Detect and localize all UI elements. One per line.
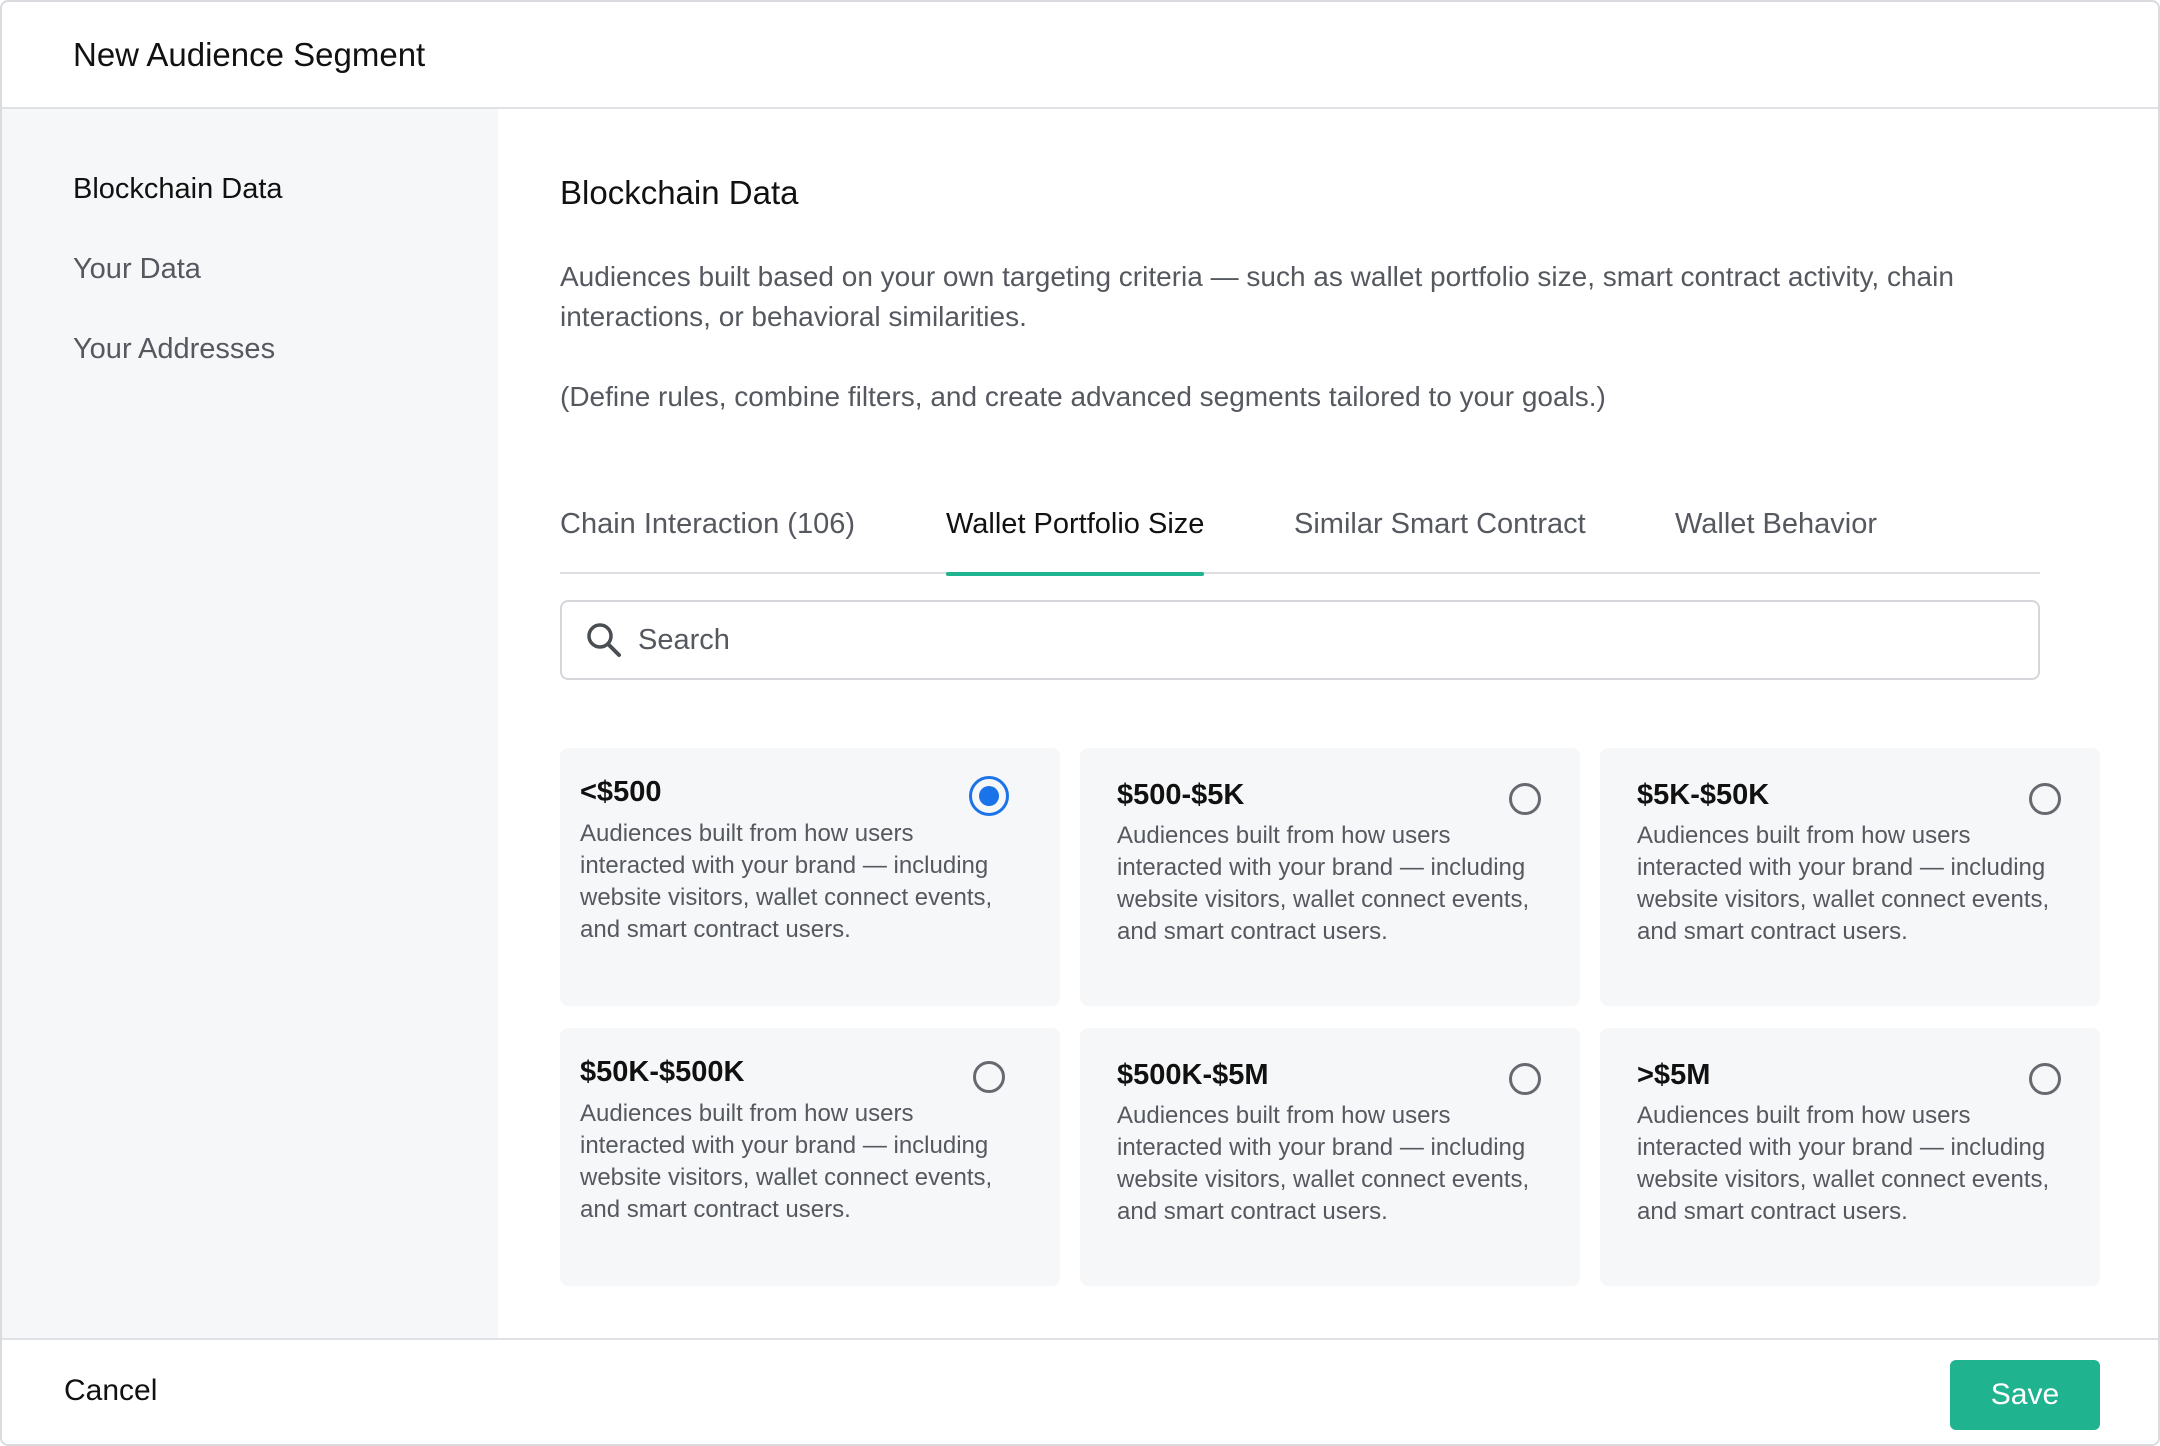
radio-unselected[interactable]	[1509, 1063, 1541, 1095]
tab-wallet-portfolio-size[interactable]: Wallet Portfolio Size	[946, 504, 1205, 576]
option-card-500k-5m[interactable]: $500K-$5M Audiences built from how users…	[1080, 1028, 1580, 1286]
section-description-note: (Define rules, combine filters, and crea…	[560, 381, 1606, 412]
new-audience-segment-dialog: New Audience Segment Blockchain Data You…	[0, 0, 2160, 1446]
save-button[interactable]: Save	[1950, 1360, 2100, 1430]
tab-similar-smart-contract[interactable]: Similar Smart Contract	[1294, 504, 1586, 574]
search-input[interactable]	[638, 616, 2018, 664]
dialog-footer: Cancel Save	[2, 1338, 2158, 1444]
option-title: $500K-$5M	[1117, 1059, 1269, 1091]
option-description: Audiences built from how users interacte…	[580, 1100, 993, 1223]
sidebar: Blockchain Data Your Data Your Addresses	[2, 109, 498, 1338]
option-card-500-5k[interactable]: $500-$5K Audiences built from how users …	[1080, 748, 1580, 1006]
sidebar-item-your-data[interactable]: Your Data	[73, 253, 201, 286]
radio-selected[interactable]	[969, 776, 1009, 816]
option-description: Audiences built from how users interacte…	[1117, 822, 1530, 945]
section-title: Blockchain Data	[560, 174, 799, 211]
option-card-gt-5m[interactable]: >$5M Audiences built from how users inte…	[1600, 1028, 2100, 1286]
radio-unselected[interactable]	[973, 1061, 1005, 1093]
option-title: $50K-$500K	[580, 1056, 745, 1088]
tab-bar: Chain Interaction (106) Wallet Portfolio…	[560, 504, 2040, 576]
option-description: Audiences built from how users interacte…	[1637, 822, 2050, 945]
option-title: $5K-$50K	[1637, 779, 1770, 811]
option-title: $500-$5K	[1117, 779, 1245, 811]
dialog-header: New Audience Segment	[2, 2, 2158, 109]
cancel-button[interactable]: Cancel	[64, 1374, 157, 1408]
tab-wallet-behavior[interactable]: Wallet Behavior	[1675, 504, 1877, 574]
sidebar-item-blockchain-data[interactable]: Blockchain Data	[73, 173, 283, 206]
option-description: Audiences built from how users interacte…	[580, 820, 993, 943]
main-content: Blockchain Data Audiences built based on…	[498, 109, 2158, 1338]
option-title: >$5M	[1637, 1059, 1711, 1091]
search-box	[560, 600, 2040, 680]
radio-unselected[interactable]	[2029, 1063, 2061, 1095]
section-description: Audiences built based on your own target…	[560, 261, 1954, 332]
radio-unselected[interactable]	[1509, 783, 1541, 815]
option-card-50k-500k[interactable]: $50K-$500K Audiences built from how user…	[560, 1028, 1060, 1286]
option-title: <$500	[580, 776, 662, 808]
tab-chain-interaction[interactable]: Chain Interaction (106)	[560, 504, 855, 574]
sidebar-item-your-addresses[interactable]: Your Addresses	[73, 333, 275, 366]
radio-unselected[interactable]	[2029, 783, 2061, 815]
dialog-title: New Audience Segment	[73, 35, 426, 73]
option-card-lt-500[interactable]: <$500 Audiences built from how users int…	[560, 748, 1060, 1006]
option-description: Audiences built from how users interacte…	[1117, 1102, 1530, 1225]
option-card-5k-50k[interactable]: $5K-$50K Audiences built from how users …	[1600, 748, 2100, 1006]
option-description: Audiences built from how users interacte…	[1637, 1102, 2050, 1225]
search-icon	[587, 623, 621, 657]
